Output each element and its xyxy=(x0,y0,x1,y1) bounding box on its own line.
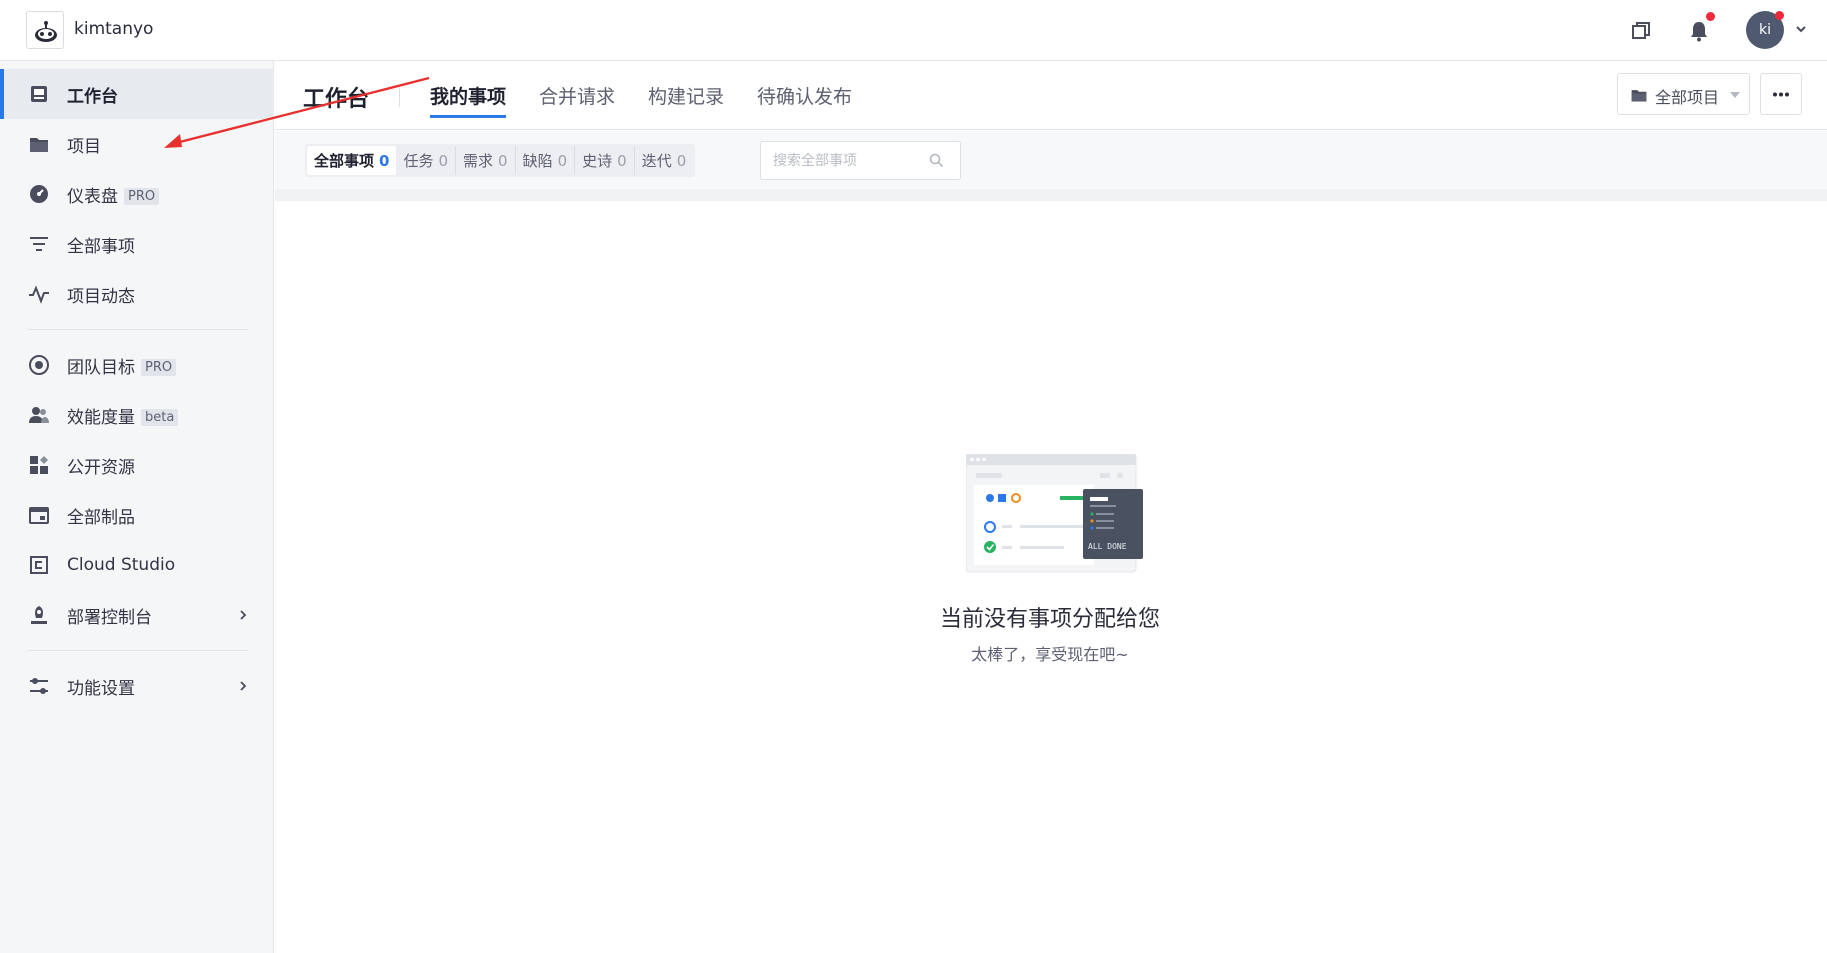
sidebar-divider xyxy=(28,650,248,651)
sidebar-item-label: 部署控制台 xyxy=(67,607,152,628)
beta-badge: beta xyxy=(141,408,179,426)
sidebar-item-label: 全部事项 xyxy=(67,236,135,257)
search-icon[interactable] xyxy=(929,153,944,168)
sidebar-item-dashboard[interactable]: 仪表盘 PRO xyxy=(0,169,274,219)
sidebar-item-cloud-studio[interactable]: Cloud Studio xyxy=(0,540,274,590)
sidebar-item-all-artifacts[interactable]: 全部制品 xyxy=(0,490,274,540)
project-select[interactable]: 全部项目 xyxy=(1617,73,1750,115)
sidebar-item-label: 全部制品 xyxy=(67,507,135,528)
sidebar-item-label: 仪表盘 PRO xyxy=(67,182,160,207)
sidebar-item-label: Cloud Studio xyxy=(67,555,176,575)
sidebar-item-workbench[interactable]: 工作台 xyxy=(0,69,274,119)
project-select-value: 全部项目 xyxy=(1655,88,1720,107)
pro-badge: PRO xyxy=(124,187,160,205)
sidebar-item-efficiency-metrics[interactable]: 效能度量 beta xyxy=(0,390,274,440)
filter-bar: 全部事项 0 任务 0 需求 0 缺陷 0 史诗 0 迭代 0 xyxy=(275,131,1827,189)
sidebar-item-team-goals[interactable]: 团队目标 PRO xyxy=(0,340,274,390)
chevron-right-icon xyxy=(240,610,247,620)
sidebar-item-label: 团队目标 PRO xyxy=(67,353,177,378)
sidebar-item-feature-settings[interactable]: 功能设置 xyxy=(0,661,274,711)
team-name[interactable]: kimtanyo xyxy=(74,19,153,39)
sidebar-item-public-resources[interactable]: 公开资源 xyxy=(0,440,274,490)
sidebar-item-label: 工作台 xyxy=(67,86,118,107)
sidebar-item-label: 项目 xyxy=(67,136,101,157)
filter-tasks[interactable]: 任务 0 xyxy=(396,146,457,175)
filter-defects[interactable]: 缺陷 0 xyxy=(516,146,576,175)
tab-build-records[interactable]: 构建记录 xyxy=(648,82,724,109)
tab-pending-releases[interactable]: 待确认发布 xyxy=(757,82,852,109)
coding-mascot-icon xyxy=(35,21,57,42)
tab-merge-requests[interactable]: 合并请求 xyxy=(539,82,615,109)
chevron-right-icon xyxy=(240,681,247,691)
window-copy-icon[interactable] xyxy=(1628,18,1654,44)
filter-bar-shadow xyxy=(275,189,1827,201)
team-logo[interactable] xyxy=(26,11,64,49)
issue-type-segmented-control: 全部事项 0 任务 0 需求 0 缺陷 0 史诗 0 迭代 0 xyxy=(305,144,696,177)
sidebar-item-projects[interactable]: 项目 xyxy=(0,119,274,169)
filter-all-issues[interactable]: 全部事项 0 xyxy=(307,146,397,175)
filter-epics[interactable]: 史诗 0 xyxy=(575,146,635,175)
page-title: 工作台 xyxy=(303,87,370,112)
top-bar: kimtanyo ki xyxy=(0,0,1827,61)
filter-iterations[interactable]: 迭代 0 xyxy=(635,146,694,175)
folder-icon xyxy=(1631,90,1647,102)
settings-sliders-icon xyxy=(30,678,48,694)
dashboard-icon xyxy=(30,185,48,203)
empty-state-illustration: ALL DONE xyxy=(966,454,1143,573)
sidebar: 工作台 项目 仪表盘 PRO 全部事项 项目动态 团队目标 PRO 效能度量 b… xyxy=(0,61,274,953)
all-done-text: ALL DONE xyxy=(1088,542,1127,551)
target-icon xyxy=(29,355,49,375)
cloud-studio-icon xyxy=(30,556,48,574)
sidebar-item-label: 项目动态 xyxy=(67,286,135,307)
sidebar-item-label: 功能设置 xyxy=(67,678,135,699)
main-header: 工作台 我的事项 合并请求 构建记录 待确认发布 全部项目 xyxy=(275,61,1827,130)
empty-state-subtitle: 太棒了，享受现在吧~ xyxy=(971,645,1129,664)
workbench-icon xyxy=(31,86,47,102)
header-divider xyxy=(399,87,400,107)
avatar-notification-dot xyxy=(1775,11,1784,20)
sidebar-item-all-issues[interactable]: 全部事项 xyxy=(0,219,274,269)
chevron-down-icon[interactable] xyxy=(1794,22,1808,36)
bell-icon[interactable] xyxy=(1686,18,1712,44)
ellipsis-icon xyxy=(1773,92,1789,97)
sidebar-divider xyxy=(28,329,248,330)
activity-icon xyxy=(29,285,49,304)
folder-icon xyxy=(30,138,48,152)
grid-icon xyxy=(30,456,48,474)
empty-state-title: 当前没有事项分配给您 xyxy=(939,607,1160,632)
pro-badge: PRO xyxy=(141,358,177,376)
tab-my-issues[interactable]: 我的事项 xyxy=(430,82,507,118)
filter-icon xyxy=(30,237,48,251)
sidebar-item-label: 公开资源 xyxy=(67,457,135,478)
deploy-icon xyxy=(31,606,47,624)
sidebar-item-label: 效能度量 beta xyxy=(67,403,179,428)
sidebar-item-deploy-console[interactable]: 部署控制台 xyxy=(0,590,274,640)
caret-down-icon xyxy=(1730,92,1740,98)
sidebar-item-project-activity[interactable]: 项目动态 xyxy=(0,269,274,319)
filter-requirements[interactable]: 需求 0 xyxy=(456,146,516,175)
more-button[interactable] xyxy=(1760,73,1802,115)
artifact-icon xyxy=(29,507,49,524)
users-metric-icon xyxy=(29,407,49,423)
notification-dot xyxy=(1706,12,1715,21)
